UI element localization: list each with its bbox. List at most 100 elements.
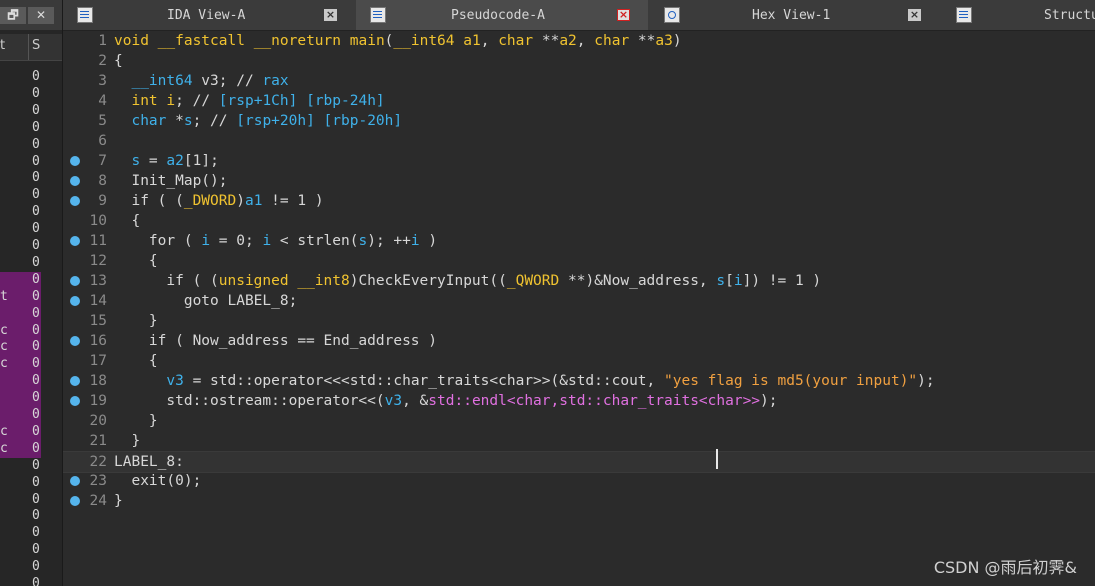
- function-row[interactable]: t0: [0, 289, 41, 306]
- column-header-segment[interactable]: S: [32, 38, 40, 53]
- function-row[interactable]: 0: [0, 525, 41, 542]
- breakpoint-dot-icon[interactable]: [70, 396, 80, 406]
- code-line[interactable]: 5 char *s; // [rsp+20h] [rbp-20h]: [63, 111, 1095, 131]
- function-row[interactable]: c0: [0, 424, 41, 441]
- code-line[interactable]: 9 if ( (_DWORD)a1 != 1 ): [63, 191, 1095, 211]
- function-row[interactable]: 0: [0, 458, 41, 475]
- function-row[interactable]: 0: [0, 170, 41, 187]
- code-line[interactable]: 20 }: [63, 411, 1095, 431]
- breakpoint-dot-icon[interactable]: [70, 236, 80, 246]
- close-icon[interactable]: ✕: [28, 7, 54, 24]
- segment-cell: 0: [32, 170, 40, 186]
- function-row[interactable]: 0: [0, 390, 41, 407]
- tab-pseudocode-a[interactable]: Pseudocode-A ×: [356, 0, 648, 30]
- code-line[interactable]: 24}: [63, 491, 1095, 511]
- function-row[interactable]: 0: [0, 69, 41, 86]
- breakpoint-dot-icon[interactable]: [70, 276, 80, 286]
- breakpoint-dot-icon[interactable]: [70, 496, 80, 506]
- function-name-cell: [0, 525, 28, 542]
- close-tab-icon[interactable]: ×: [908, 9, 921, 21]
- function-row[interactable]: 0: [0, 137, 41, 154]
- function-row[interactable]: 0: [0, 238, 41, 255]
- breakpoint-dot-icon[interactable]: [70, 196, 80, 206]
- code-line[interactable]: 21 }: [63, 431, 1095, 451]
- function-row[interactable]: 0: [0, 508, 41, 525]
- code-line[interactable]: 22 LABEL_8:: [63, 451, 1095, 473]
- breakpoint-dot-icon[interactable]: [70, 476, 80, 486]
- function-row[interactable]: 0: [0, 407, 41, 424]
- function-row[interactable]: 0: [0, 492, 41, 509]
- code-token: __noreturn: [253, 33, 342, 49]
- tab-ida-view-a[interactable]: IDA View-A ×: [63, 0, 348, 30]
- tab-structures[interactable]: Structu: [942, 0, 1095, 30]
- code-token: , &: [402, 393, 429, 409]
- close-tab-icon[interactable]: ×: [324, 9, 337, 21]
- code-line[interactable]: 17 {: [63, 351, 1095, 371]
- code-token: char: [594, 33, 630, 49]
- restore-icon[interactable]: 🗗: [0, 7, 26, 24]
- code-line[interactable]: 11 for ( i = 0; i < strlen(s); ++i ): [63, 231, 1095, 251]
- breakpoint-dot-icon[interactable]: [70, 376, 80, 386]
- function-row[interactable]: 0: [0, 373, 41, 390]
- function-row[interactable]: 0: [0, 576, 41, 586]
- function-row[interactable]: 0: [0, 272, 41, 289]
- function-row[interactable]: c0: [0, 441, 41, 458]
- segment-cell: 0: [32, 559, 40, 575]
- function-row[interactable]: 0: [0, 204, 41, 221]
- segment-cell: 0: [32, 491, 40, 507]
- breakpoint-dot-icon[interactable]: [70, 296, 80, 306]
- code-text: }: [114, 431, 140, 451]
- code-line[interactable]: 15 }: [63, 311, 1095, 331]
- function-row[interactable]: c0: [0, 356, 41, 373]
- function-row[interactable]: 0: [0, 255, 41, 272]
- function-row[interactable]: 0: [0, 154, 41, 171]
- function-row[interactable]: 0: [0, 542, 41, 559]
- tab-hex-view-1[interactable]: Hex View-1 ×: [650, 0, 940, 30]
- code-line[interactable]: 8 Init_Map();: [63, 171, 1095, 191]
- function-row[interactable]: 0: [0, 475, 41, 492]
- code-line[interactable]: 23 exit(0);: [63, 471, 1095, 491]
- breakpoint-dot-icon[interactable]: [70, 336, 80, 346]
- function-row[interactable]: 0: [0, 103, 41, 120]
- breakpoint-dot-icon[interactable]: [70, 176, 80, 186]
- line-number: 10: [89, 213, 107, 229]
- code-token: a3: [655, 33, 673, 49]
- function-row[interactable]: c0: [0, 339, 41, 356]
- code-line[interactable]: 4 int i; // [rsp+1Ch] [rbp-24h]: [63, 91, 1095, 111]
- code-line[interactable]: 7 s = a2[1];: [63, 151, 1095, 171]
- column-header-name[interactable]: t: [0, 38, 5, 53]
- code-line[interactable]: 13 if ( (unsigned __int8)CheckEveryInput…: [63, 271, 1095, 291]
- code-line[interactable]: 18 v3 = std::operator<<<std::char_traits…: [63, 371, 1095, 391]
- code-line[interactable]: 6: [63, 131, 1095, 151]
- function-row[interactable]: 0: [0, 187, 41, 204]
- code-token: {: [114, 53, 123, 69]
- function-row[interactable]: c0: [0, 323, 41, 340]
- function-row[interactable]: 0: [0, 306, 41, 323]
- code-line[interactable]: 19 std::ostream::operator<<(v3, &std::en…: [63, 391, 1095, 411]
- function-row[interactable]: 0: [0, 559, 41, 576]
- close-tab-icon[interactable]: ×: [617, 9, 630, 21]
- code-text: for ( i = 0; i < strlen(s); ++i ): [114, 231, 437, 251]
- code-line[interactable]: 12 {: [63, 251, 1095, 271]
- code-line[interactable]: 2{: [63, 51, 1095, 71]
- code-text: char *s; // [rsp+20h] [rbp-20h]: [114, 111, 402, 131]
- code-text: {: [114, 51, 123, 71]
- code-line[interactable]: 10 {: [63, 211, 1095, 231]
- code-line[interactable]: 14 goto LABEL_8;: [63, 291, 1095, 311]
- code-token: **)&Now_address,: [559, 273, 717, 289]
- function-row[interactable]: 0: [0, 120, 41, 137]
- code-line[interactable]: 1 void __fastcall __noreturn main(__int64…: [63, 31, 1095, 51]
- code-line[interactable]: 16 if ( Now_address == End_address ): [63, 331, 1095, 351]
- pseudocode-editor[interactable]: 1 void __fastcall __noreturn main(__int64…: [63, 31, 1095, 586]
- code-token: ; //: [192, 113, 237, 129]
- column-divider[interactable]: [28, 34, 29, 60]
- line-number: 8: [98, 173, 107, 189]
- code-line[interactable]: 3 __int64 v3; // rax: [63, 71, 1095, 91]
- function-row[interactable]: 0: [0, 221, 41, 238]
- breakpoint-dot-icon[interactable]: [70, 156, 80, 166]
- code-token: ; //: [175, 93, 219, 109]
- code-text: if ( Now_address == End_address ): [114, 331, 437, 351]
- code-token: void: [114, 33, 149, 49]
- function-row[interactable]: 0: [0, 86, 41, 103]
